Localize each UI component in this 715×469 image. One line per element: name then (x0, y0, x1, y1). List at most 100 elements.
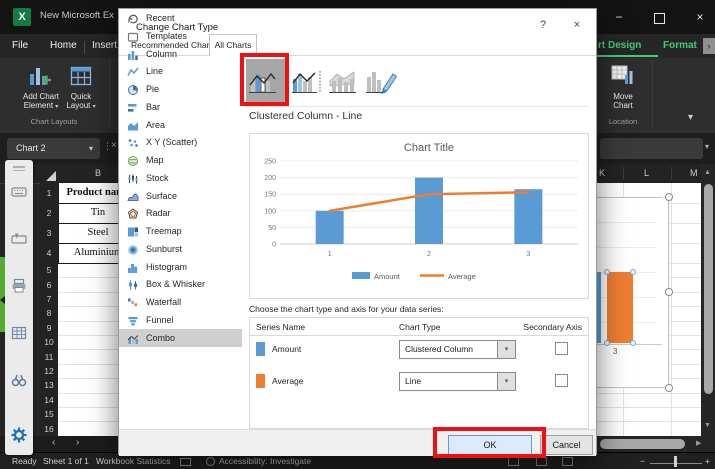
row-header-3[interactable]: 3 (40, 228, 58, 238)
vertical-scroll-thumb[interactable] (704, 184, 713, 394)
tab-home[interactable]: Home (50, 40, 77, 51)
dialog-close-button[interactable] (567, 19, 587, 31)
chart-type-treemap[interactable]: Treemap (119, 222, 242, 240)
scroll-down-icon[interactable] (704, 422, 711, 429)
row-header-16[interactable]: 16 (40, 424, 58, 434)
row-header-7[interactable]: 7 (40, 294, 58, 304)
horizontal-scroll-thumb[interactable] (600, 439, 685, 449)
chart-type-bar[interactable]: Bar (119, 98, 242, 116)
page-break-view-icon[interactable] (562, 457, 573, 466)
scroll-up-icon[interactable] (704, 169, 711, 176)
chart-resize-handle[interactable] (665, 384, 673, 392)
tab-format[interactable]: Format (663, 40, 697, 51)
chart-type-sunburst[interactable]: Sunburst (119, 240, 242, 258)
chart-type-radar[interactable]: Radar (119, 204, 242, 222)
tab-insert[interactable]: Insert (92, 40, 117, 51)
row-header-14[interactable]: 14 (40, 395, 58, 405)
maximize-button[interactable] (645, 4, 673, 30)
chart-type-box-whisker[interactable]: Box & Whisker (119, 275, 242, 293)
column-divider[interactable] (623, 167, 624, 180)
row-header-11[interactable]: 11 (40, 352, 58, 362)
accessibility-status[interactable]: Accessibility: Investigate (219, 456, 311, 466)
row-header-5[interactable]: 5 (40, 265, 58, 275)
blue-bar-partial[interactable] (597, 272, 601, 343)
horizontal-scrollbar[interactable] (597, 436, 715, 452)
combo-variant-custom-combination[interactable] (366, 66, 400, 96)
quick-actions-icon[interactable] (11, 231, 27, 252)
page-layout-view-icon[interactable] (536, 457, 547, 466)
workbook-statistics[interactable]: Workbook Statistics (96, 456, 170, 466)
row-header-12[interactable]: 12 (40, 366, 58, 376)
chart-type-pie[interactable]: Pie (119, 80, 242, 98)
row-header-6[interactable]: 6 (40, 280, 58, 290)
name-box[interactable]: Chart 2 (7, 138, 100, 159)
cancel-entry-icon[interactable] (111, 140, 117, 151)
toolbar-collapse-arrow[interactable] (0, 296, 5, 304)
chart-resize-handle[interactable] (665, 193, 673, 201)
chart-resize-handle[interactable] (665, 288, 673, 296)
cancel-button[interactable]: Cancel (540, 435, 593, 455)
keyboard-icon[interactable] (11, 184, 27, 205)
tab-file[interactable]: File (12, 40, 28, 51)
toolbar-drag-handle[interactable] (13, 170, 25, 172)
table-icon[interactable] (11, 325, 27, 346)
row-header-2[interactable]: 2 (40, 208, 58, 218)
chart-type-stock[interactable]: Stock (119, 169, 242, 187)
previous-sheet-icon[interactable] (52, 437, 55, 448)
collapse-ribbon-icon[interactable] (688, 112, 693, 123)
chevron-down-icon[interactable] (497, 341, 515, 358)
column-divider[interactable] (671, 167, 672, 180)
row-header-13[interactable]: 13 (40, 380, 58, 390)
printer-icon[interactable] (11, 278, 27, 299)
zoom-in-button[interactable]: + (705, 456, 710, 466)
worksheet-grid-left[interactable] (58, 183, 118, 436)
select-all-corner[interactable] (46, 171, 56, 181)
next-sheet-icon[interactable] (76, 437, 79, 448)
chevron-down-icon[interactable] (89, 138, 93, 159)
column-header-b[interactable]: B (95, 168, 101, 178)
chart-type-waterfall[interactable]: Waterfall (119, 293, 242, 311)
zoom-out-button[interactable]: − (640, 456, 645, 466)
chart-type-line[interactable]: Line (119, 62, 242, 80)
chart-type-dropdown-average[interactable]: Line (399, 372, 516, 391)
column-header-l[interactable]: L (644, 168, 649, 178)
gear-icon[interactable] (10, 426, 28, 449)
chart-type-x-y-scatter-[interactable]: X Y (Scatter) (119, 133, 242, 151)
chevron-down-icon[interactable] (497, 373, 515, 390)
row-header-10[interactable]: 10 (40, 337, 58, 347)
chart-type-funnel[interactable]: Funnel (119, 311, 242, 329)
combo-variant-stacked-area-clustered-column[interactable] (329, 66, 363, 96)
row-header-9[interactable]: 9 (40, 323, 58, 333)
quick-layout-button[interactable]: QuickLayout (55, 92, 107, 110)
formula-input[interactable] (600, 138, 703, 159)
row-header-15[interactable]: 15 (40, 409, 58, 419)
chart-type-recent[interactable]: Recent (119, 9, 242, 27)
chart-type-surface[interactable]: Surface (119, 187, 242, 205)
worksheet-chart[interactable]: 3 (597, 197, 669, 388)
minimize-button[interactable] (605, 4, 633, 30)
move-chart-button[interactable]: MoveChart (600, 92, 646, 110)
sheet-count[interactable]: Sheet 1 of 1 (43, 456, 89, 466)
column-header-m[interactable]: M (690, 168, 698, 178)
display-settings-icon[interactable] (180, 458, 191, 466)
chart-type-combo[interactable]: Combo (119, 329, 242, 347)
secondary-axis-checkbox-amount[interactable] (555, 342, 568, 355)
close-button[interactable] (686, 4, 714, 30)
normal-view-icon[interactable] (508, 457, 519, 466)
ribbon-scroll-button[interactable] (703, 38, 715, 54)
dialog-help-button[interactable]: ? (533, 19, 553, 31)
orange-bar[interactable] (607, 272, 633, 343)
secondary-axis-checkbox-average[interactable] (555, 374, 568, 387)
row-header-4[interactable]: 4 (40, 248, 58, 258)
binoculars-icon[interactable] (11, 372, 27, 393)
zoom-slider-thumb[interactable] (674, 456, 677, 467)
scroll-right-icon[interactable] (696, 439, 701, 447)
chart-type-dropdown-amount[interactable]: Clustered Column (399, 340, 516, 359)
row-header-1[interactable]: 1 (40, 188, 58, 198)
combo-variant-clustered-column-line-on-secondary-axis[interactable] (292, 66, 326, 96)
vertical-scrollbar[interactable] (701, 164, 715, 436)
utility-side-toolbar[interactable] (5, 160, 33, 455)
chart-type-histogram[interactable]: Histogram (119, 258, 242, 276)
toolbar-drag-handle[interactable] (13, 166, 25, 168)
chart-type-map[interactable]: Map (119, 151, 242, 169)
